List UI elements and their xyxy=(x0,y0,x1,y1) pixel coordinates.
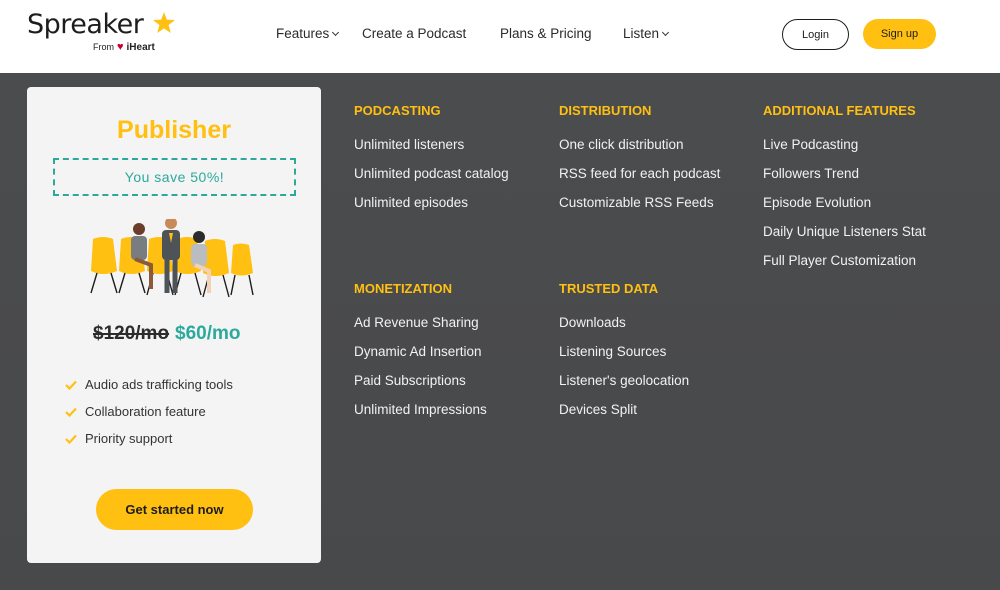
plan-title: Publisher xyxy=(117,116,231,144)
audience-illustration xyxy=(90,219,254,298)
feature-item: Downloads xyxy=(559,315,626,330)
feature-group-title: DISTRIBUTION xyxy=(559,103,652,118)
price-old: $120/mo xyxy=(93,323,170,344)
check-icon xyxy=(65,407,77,417)
feature-item: Unlimited episodes xyxy=(354,195,469,210)
feature-item: One click distribution xyxy=(559,137,684,152)
chevron-down-icon xyxy=(332,28,340,36)
benefit-list: Audio ads trafficking tools Collaboratio… xyxy=(65,371,233,452)
price-new: $60/mo xyxy=(175,323,241,344)
login-button[interactable]: Login xyxy=(782,19,849,50)
nav-plans-pricing[interactable]: Plans & Pricing xyxy=(500,26,592,41)
benefit-label: Priority support xyxy=(85,431,173,446)
logo-from: From xyxy=(93,42,114,52)
plan-card: Publisher You save 50%! $120/mo $60/mo A… xyxy=(27,87,321,563)
feature-group-podcasting: PODCASTING Unlimited listeners Unlimited… xyxy=(354,103,509,224)
nav-plans-pricing-label: Plans & Pricing xyxy=(500,26,592,41)
signup-button[interactable]: Sign up xyxy=(863,19,936,49)
feature-item: Followers Trend xyxy=(763,166,860,181)
feature-item: Daily Unique Listeners Stat xyxy=(763,224,926,239)
feature-group-title: TRUSTED DATA xyxy=(559,281,659,296)
iheart-heart-icon: ♥ xyxy=(117,41,124,53)
benefit-item: Audio ads trafficking tools xyxy=(65,371,233,398)
feature-list: Unlimited listeners Unlimited podcast ca… xyxy=(354,137,509,224)
nav-create-podcast-label: Create a Podcast xyxy=(362,26,467,41)
feature-item: Unlimited listeners xyxy=(354,137,465,152)
price: $120/mo $60/mo xyxy=(93,323,241,345)
feature-list: One click distribution RSS feed for each… xyxy=(559,137,720,224)
feature-item: Listening Sources xyxy=(559,344,667,359)
feature-item: Unlimited podcast catalog xyxy=(354,166,509,181)
feature-item: RSS feed for each podcast xyxy=(559,166,721,181)
site-header: Spreaker From ♥ iHeart Features Create a… xyxy=(0,0,1000,73)
benefit-item: Priority support xyxy=(65,425,233,452)
feature-item: Ad Revenue Sharing xyxy=(354,315,479,330)
feature-list: Live Podcasting Followers Trend Episode … xyxy=(763,137,926,282)
benefit-item: Collaboration feature xyxy=(65,398,233,425)
star-icon xyxy=(153,12,175,33)
nav-listen-label: Listen xyxy=(623,26,660,41)
feature-group-title: PODCASTING xyxy=(354,103,441,118)
feature-item: Devices Split xyxy=(559,402,638,417)
feature-list: Downloads Listening Sources Listener's g… xyxy=(559,315,689,431)
feature-item: Live Podcasting xyxy=(763,137,859,152)
feature-item: Listener's geolocation xyxy=(559,373,690,388)
nav-features-label: Features xyxy=(276,26,330,41)
feature-group-distribution: DISTRIBUTION One click distribution RSS … xyxy=(559,103,720,224)
feature-item: Full Player Customization xyxy=(763,253,917,268)
logo-subline: From ♥ iHeart xyxy=(93,41,155,53)
chevron-down-icon xyxy=(661,28,670,36)
check-icon xyxy=(65,380,77,390)
feature-item: Customizable RSS Feeds xyxy=(559,195,714,210)
feature-item: Episode Evolution xyxy=(763,195,872,210)
feature-group-title: MONETIZATION xyxy=(354,281,452,296)
feature-group-additional: ADDITIONAL FEATURES Live Podcasting Foll… xyxy=(763,103,926,282)
nav-listen[interactable]: Listen xyxy=(623,26,670,41)
check-icon xyxy=(65,434,77,444)
get-started-button[interactable]: Get started now xyxy=(96,489,253,530)
feature-group-trusted-data: TRUSTED DATA Downloads Listening Sources… xyxy=(559,281,689,431)
feature-group-title: ADDITIONAL FEATURES xyxy=(763,103,916,118)
benefit-label: Audio ads trafficking tools xyxy=(85,377,233,392)
spreaker-logo[interactable]: Spreaker From ♥ iHeart xyxy=(27,9,187,59)
nav-features[interactable]: Features xyxy=(276,26,340,41)
benefit-label: Collaboration feature xyxy=(85,404,206,419)
feature-item: Paid Subscriptions xyxy=(354,373,466,388)
feature-item: Dynamic Ad Insertion xyxy=(354,344,482,359)
feature-item: Unlimited Impressions xyxy=(354,402,487,417)
logo-brand: iHeart xyxy=(126,41,155,53)
feature-group-monetization: MONETIZATION Ad Revenue Sharing Dynamic … xyxy=(354,281,487,431)
savings-badge: You save 50%! xyxy=(53,158,296,196)
logo-wordmark: Spreaker xyxy=(27,9,144,40)
nav-create-podcast[interactable]: Create a Podcast xyxy=(362,26,466,41)
feature-list: Ad Revenue Sharing Dynamic Ad Insertion … xyxy=(354,315,487,431)
